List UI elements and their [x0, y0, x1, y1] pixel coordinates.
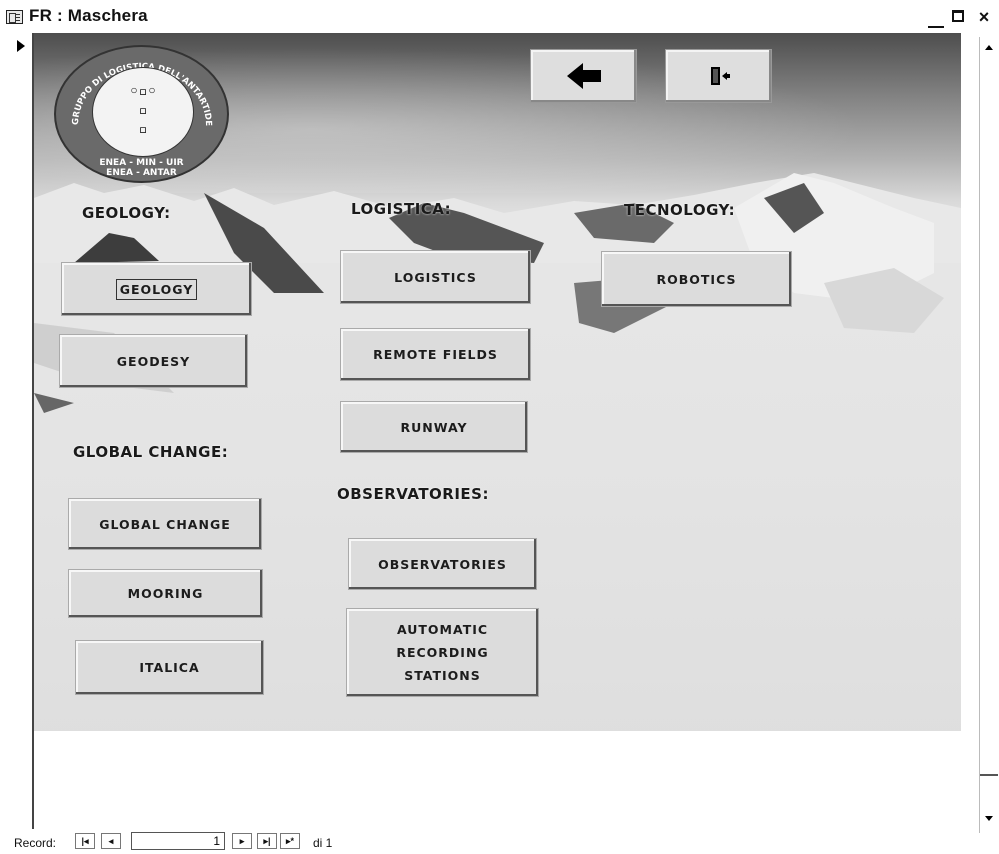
arrow-left-icon	[567, 63, 601, 89]
geology-button-label: GEOLOGY	[115, 278, 198, 300]
maximize-icon	[952, 10, 964, 22]
close-button[interactable]: ×	[975, 8, 993, 26]
minimize-button[interactable]	[928, 10, 944, 28]
exit-door-icon	[711, 67, 730, 85]
record-selector[interactable]	[9, 33, 34, 829]
heading-logistica: LOGISTICA:	[351, 200, 452, 218]
logistics-button[interactable]: LOGISTICS	[340, 250, 531, 304]
enea-antar-logo: GRUPPO DI LOGISTICA DELL'ANTARTIDE ◦▫◦ ▫…	[54, 45, 229, 183]
previous-record-button[interactable]: ◂	[101, 833, 121, 849]
record-count: di 1	[313, 836, 333, 850]
record-label: Record:	[14, 836, 57, 850]
remote-fields-button[interactable]: REMOTE FIELDS	[340, 328, 531, 381]
maximize-button[interactable]	[950, 10, 966, 26]
scroll-thumb[interactable]	[980, 774, 998, 779]
heading-global-change: GLOBAL CHANGE:	[73, 443, 229, 461]
record-number-input[interactable]	[131, 832, 225, 850]
first-record-button[interactable]: |◂	[75, 833, 95, 849]
heading-geology: GEOLOGY:	[82, 204, 171, 222]
observatories-button[interactable]: OBSERVATORIES	[348, 538, 537, 590]
new-record-button[interactable]: ▸*	[280, 833, 300, 849]
record-navigation-bar: Record: |◂ ◂ ▸ ▸| ▸* di 1	[0, 830, 999, 854]
back-button[interactable]	[530, 49, 637, 103]
global-change-button[interactable]: GLOBAL CHANGE	[68, 498, 262, 550]
geology-button[interactable]: GEOLOGY	[61, 262, 252, 316]
form-icon	[6, 10, 23, 24]
current-record-pointer-icon	[17, 40, 25, 52]
window-title: FR : Maschera	[29, 6, 148, 25]
runway-button[interactable]: RUNWAY	[340, 401, 528, 453]
form-detail-section: GRUPPO DI LOGISTICA DELL'ANTARTIDE ◦▫◦ ▫…	[34, 33, 961, 731]
last-record-button[interactable]: ▸|	[257, 833, 277, 849]
exit-button[interactable]	[665, 49, 772, 103]
heading-tecnology: TECNOLOGY:	[624, 201, 736, 219]
italica-button[interactable]: ITALICA	[75, 640, 264, 695]
scroll-down-arrow-icon[interactable]	[981, 812, 997, 826]
next-record-button[interactable]: ▸	[232, 833, 252, 849]
vertical-scrollbar[interactable]	[979, 37, 998, 833]
geodesy-button[interactable]: GEODESY	[59, 334, 248, 388]
logo-emblem: ◦▫◦ ▫ ▫	[92, 67, 194, 157]
logo-emblem-glyphs: ◦▫◦ ▫ ▫	[129, 82, 157, 138]
logo-text-line2: ENEA - ANTAR	[106, 168, 177, 178]
logo-text-line1: ENEA - MIN - UIR	[99, 158, 184, 168]
heading-observatories: OBSERVATORIES:	[337, 485, 489, 503]
scroll-up-arrow-icon[interactable]	[981, 41, 997, 55]
title-bar: FR : Maschera ×	[0, 0, 999, 33]
automatic-recording-stations-button[interactable]: AUTOMATIC RECORDING STATIONS	[346, 608, 539, 697]
mooring-button[interactable]: MOORING	[68, 569, 263, 618]
robotics-button[interactable]: ROBOTICS	[601, 251, 792, 307]
